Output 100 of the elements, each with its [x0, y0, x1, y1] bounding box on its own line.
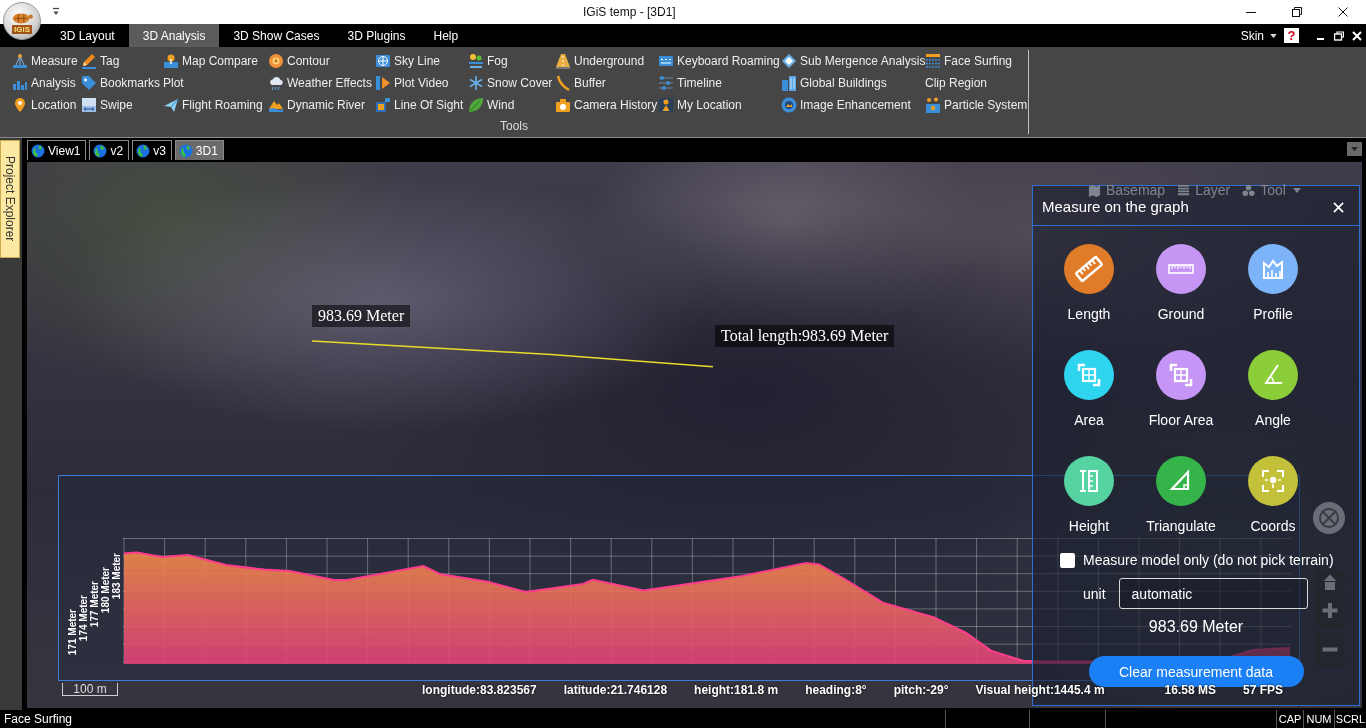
axis-label: 174 Meter — [78, 595, 89, 642]
map-toolbar-button[interactable]: Tool — [1242, 183, 1301, 197]
fog-icon — [468, 53, 484, 69]
ribbon-tool-button[interactable]: Snow Cover — [468, 72, 553, 94]
split-view-icon — [81, 97, 97, 113]
menu-tab[interactable]: 3D Layout — [46, 24, 129, 47]
ribbon-tool-button[interactable]: Tag — [81, 50, 120, 72]
ribbon-tool-button[interactable]: My Location — [658, 94, 742, 116]
compass-icon[interactable] — [1313, 502, 1345, 534]
person-icon — [658, 97, 674, 113]
key-indicator: SCRL — [1334, 710, 1366, 728]
ribbon-tool-button[interactable]: Clip Region — [925, 72, 988, 94]
checkbox[interactable] — [1060, 552, 1075, 568]
globe-icon — [136, 143, 151, 158]
checkbox-label: Measure model only (do not pick terrain) — [1083, 552, 1334, 568]
ribbon-tool-button[interactable]: Fog — [468, 50, 508, 72]
pencil-icon — [81, 53, 97, 69]
measure-tool-button[interactable]: Profile — [1248, 244, 1298, 322]
quick-access-caret-icon[interactable] — [52, 7, 60, 17]
dropdown-icon[interactable] — [1347, 142, 1362, 156]
turtle-icon — [11, 10, 33, 24]
ribbon-tool-button[interactable]: Particle System — [925, 94, 1028, 116]
menu-tab[interactable]: 3D Plugins — [333, 24, 420, 47]
snowflake-icon — [468, 75, 484, 91]
lens-icon — [781, 97, 797, 113]
menu-tab[interactable]: Help — [419, 24, 473, 47]
measure-tool-button[interactable]: Height — [1064, 456, 1114, 534]
restore-icon[interactable] — [1334, 30, 1344, 41]
caret-icon — [1270, 33, 1277, 38]
map-toolbar-button[interactable]: Basemap — [1088, 183, 1166, 197]
ribbon-tool-button[interactable]: Image Enhancement — [781, 94, 911, 116]
ribbon-tool-button[interactable]: Global Buildings — [781, 72, 887, 94]
ribbon-tool-button[interactable]: Swipe — [81, 94, 133, 116]
cubes-icon — [1242, 183, 1256, 197]
measure-tool-button[interactable]: Angle — [1248, 350, 1298, 428]
skin-dropdown[interactable]: Skin — [1240, 28, 1277, 43]
measure-tool-button[interactable]: Length — [1064, 244, 1114, 322]
ribbon-tool-button[interactable]: Wind — [468, 94, 515, 116]
ribbon-group-label: Tools — [500, 119, 528, 133]
view-tab[interactable]: View1 — [27, 140, 87, 160]
measure-tool-button[interactable]: Triangulate — [1146, 456, 1216, 534]
ribbon-tool-button[interactable]: Weather Effects — [268, 72, 372, 94]
ribbon-tool-button[interactable]: Map Compare — [163, 50, 259, 72]
ribbon-tool-button[interactable]: Plot — [163, 72, 184, 94]
ribbon-tool-button[interactable]: Face Surfing — [925, 50, 1013, 72]
project-explorer-tab[interactable]: Project Explorer — [0, 140, 20, 258]
measure-tool-button[interactable]: Area — [1064, 350, 1114, 428]
location-pin-icon — [12, 97, 28, 113]
view-tab[interactable]: v3 — [132, 140, 172, 160]
keyboard-icon — [658, 53, 674, 69]
menu-tab[interactable]: 3D Show Cases — [219, 24, 334, 47]
caret-icon — [1292, 187, 1301, 193]
tag-icon — [81, 75, 97, 91]
ribbon-tool-button[interactable]: Flight Roaming — [163, 94, 263, 116]
view-tab[interactable]: v2 — [89, 140, 130, 160]
app-logo-button[interactable]: IGiS — [3, 2, 41, 40]
house-icon[interactable] — [1315, 571, 1345, 593]
globe-icon — [178, 143, 193, 158]
ribbon-tool-button[interactable]: Plot Video — [375, 72, 449, 94]
zoom-out-icon[interactable] — [1315, 632, 1345, 667]
ribbon-tool-button[interactable]: Location — [12, 94, 77, 116]
map-readout: height:181.8 m — [694, 683, 779, 698]
ribbon-tool-button[interactable]: Measure — [12, 50, 78, 72]
ribbon-tool-button[interactable]: Analysis — [12, 72, 76, 94]
ribbon-tool-button[interactable]: Buffer — [555, 72, 606, 94]
ribbon-tool-button[interactable]: Contour — [268, 50, 330, 72]
segment-distance-label: 983.69 Meter — [312, 305, 411, 327]
map-toolbar-button[interactable]: Layer — [1177, 183, 1231, 197]
camera-icon — [555, 97, 571, 113]
picture-frame-icon — [375, 97, 391, 113]
ribbon-tool-button[interactable]: Camera History — [555, 94, 658, 116]
restore-icon[interactable] — [1292, 7, 1302, 17]
panel-title: Measure on the graph — [1042, 198, 1189, 216]
axis-label: 183 Meter — [111, 553, 122, 600]
tripod-icon — [12, 53, 28, 69]
help-button[interactable]: ? — [1284, 28, 1299, 43]
close-icon[interactable] — [1338, 7, 1348, 17]
curve-icon — [555, 75, 571, 91]
measurement-result: 983.69 Meter — [1147, 618, 1245, 636]
measure-tool-button[interactable]: Ground — [1156, 244, 1206, 322]
measure-tool-button[interactable]: Floor Area — [1148, 350, 1214, 428]
ribbon-tool-button[interactable]: Keyboard Roaming — [658, 50, 780, 72]
ribbon-tool-button[interactable]: Dynamic River — [268, 94, 365, 116]
map-readout: pitch:-29° — [893, 683, 949, 698]
view-tab[interactable]: 3D1 — [174, 140, 224, 160]
measure-tool-button[interactable]: Coords — [1248, 456, 1298, 534]
map-readout: latitude:21.746128 — [563, 683, 668, 698]
zoom-in-icon[interactable] — [1315, 593, 1345, 628]
ribbon-tool-button[interactable]: Line Of Sight — [375, 94, 464, 116]
ribbon-tool-button[interactable]: Bookmarks — [81, 72, 161, 94]
ribbon-tool-button[interactable]: Sky Line — [375, 50, 441, 72]
unit-select[interactable]: automatic — [1118, 578, 1308, 609]
menu-tab[interactable]: 3D Analysis — [128, 24, 220, 47]
buildings-icon — [781, 75, 797, 91]
ribbon-tool-button[interactable]: Sub Mergence Analysis — [781, 50, 926, 72]
dashed-grid-icon — [925, 53, 941, 69]
key-indicator: NUM — [1303, 710, 1334, 728]
axis-label: 180 Meter — [100, 567, 111, 614]
ribbon-tool-button[interactable]: Underground — [555, 50, 645, 72]
ribbon-tool-button[interactable]: Timeline — [658, 72, 722, 94]
